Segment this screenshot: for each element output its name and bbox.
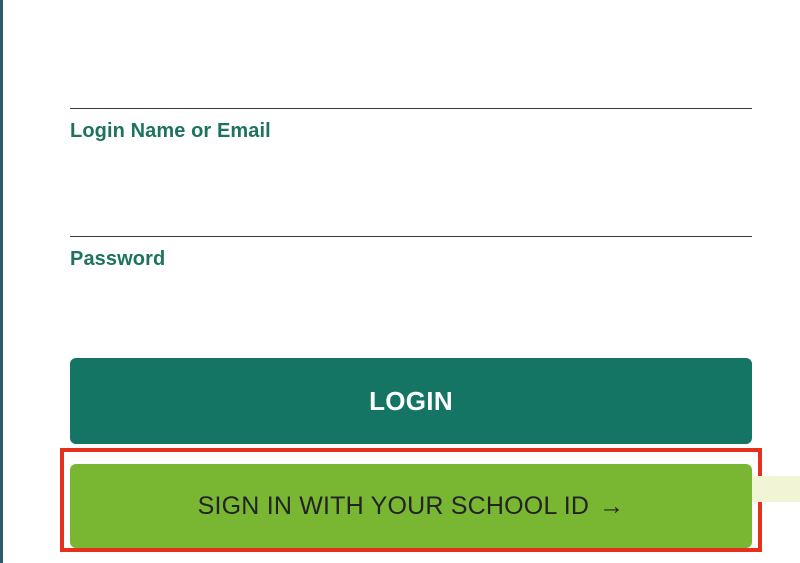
password-field-group: Password xyxy=(70,208,752,271)
render-artifact xyxy=(752,476,800,502)
login-name-label: Login Name or Email xyxy=(70,120,271,142)
login-name-field-group: Login Name or Email xyxy=(70,80,752,143)
login-name-input[interactable] xyxy=(70,80,752,109)
left-border xyxy=(0,0,3,563)
login-button-label: LOGIN xyxy=(369,385,453,416)
login-page: Login Name or Email Password LOGIN SIGN … xyxy=(0,0,800,563)
login-button[interactable]: LOGIN xyxy=(70,358,752,444)
password-input[interactable] xyxy=(70,208,752,237)
right-arrow-icon: → xyxy=(599,491,625,520)
school-id-button-label: SIGN IN WITH YOUR SCHOOL ID xyxy=(197,491,590,520)
sign-in-with-school-id-button[interactable]: SIGN IN WITH YOUR SCHOOL ID → xyxy=(70,464,752,548)
password-label: Password xyxy=(70,248,166,270)
